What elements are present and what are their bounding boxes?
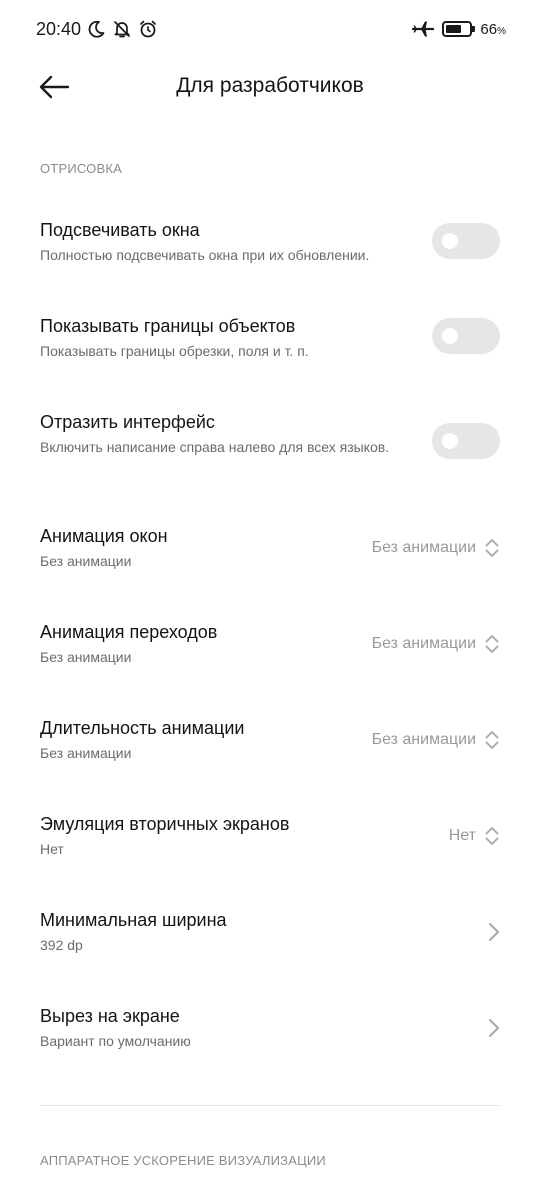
setting-show-layout-bounds[interactable]: Показывать границы объектов Показывать г…: [40, 314, 500, 361]
setting-subtitle: Без анимации: [40, 745, 132, 761]
select-value[interactable]: Без анимации: [372, 536, 500, 560]
setting-title: Анимация окон: [40, 526, 168, 546]
select-value[interactable]: Без анимации: [372, 632, 500, 656]
up-down-chevron-icon: [485, 827, 499, 845]
toggle-switch[interactable]: [432, 223, 500, 259]
setting-title: Эмуляция вторичных экранов: [40, 814, 290, 834]
setting-subtitle: Вариант по умолчанию: [40, 1033, 191, 1049]
bell-off-icon: [114, 21, 130, 38]
setting-display-cutout[interactable]: Вырез на экране Вариант по умолчанию: [40, 1004, 500, 1051]
up-down-chevron-icon: [485, 539, 499, 557]
chevron-right-icon: [489, 1019, 499, 1037]
select-value[interactable]: Нет: [449, 824, 500, 848]
select-value[interactable]: Без анимации: [372, 728, 500, 752]
select-value-text: Без анимации: [371, 539, 476, 556]
header: Для разработчиков: [0, 60, 540, 120]
alarm-icon: [140, 20, 156, 38]
setting-show-surface-updates[interactable]: Подсвечивать окна Полностью подсвечивать…: [40, 218, 500, 265]
status-right-icons: 66%: [412, 19, 506, 39]
section-divider: [40, 1105, 500, 1106]
status-bar: 20:40 66%: [0, 0, 540, 60]
toggle-switch[interactable]: [432, 423, 500, 459]
section-title-drawing: ОТРИСОВКА: [40, 161, 122, 176]
section-title-hw-acceleration: АППАРАТНОЕ УСКОРЕНИЕ ВИЗУАЛИЗАЦИИ: [40, 1153, 326, 1168]
setting-subtitle: Нет: [40, 841, 64, 857]
page-title: Для разработчиков: [176, 74, 364, 97]
setting-subtitle: Без анимации: [40, 553, 132, 569]
status-left-icons: [86, 19, 158, 39]
up-down-chevron-icon: [485, 635, 499, 653]
toggle-knob: [442, 433, 458, 449]
setting-smallest-width[interactable]: Минимальная ширина 392 dp: [40, 908, 500, 955]
up-down-chevron-icon: [485, 731, 499, 749]
setting-title: Минимальная ширина: [40, 910, 227, 930]
setting-title: Вырез на экране: [40, 1006, 180, 1026]
setting-subtitle: Полностью подсвечивать окна при их обнов…: [40, 247, 370, 263]
battery-icon: [442, 21, 476, 37]
setting-secondary-displays[interactable]: Эмуляция вторичных экранов Нет Нет: [40, 812, 500, 859]
setting-subtitle: Показывать границы обрезки, поля и т. п.: [40, 343, 309, 359]
status-time: 20:40: [36, 19, 82, 39]
setting-subtitle: 392 dp: [40, 937, 83, 953]
toggle-knob: [442, 328, 458, 344]
setting-window-animation[interactable]: Анимация окон Без анимации Без анимации: [40, 524, 500, 571]
chevron-right-icon: [489, 923, 499, 941]
setting-subtitle: Без анимации: [40, 649, 132, 665]
setting-title: Отразить интерфейс: [40, 412, 215, 432]
moon-icon: [88, 20, 105, 38]
setting-animation-duration[interactable]: Длительность анимации Без анимации Без а…: [40, 716, 500, 763]
toggle-switch[interactable]: [432, 318, 500, 354]
select-value-text: Без анимации: [371, 635, 476, 652]
setting-subtitle: Включить написание справа налево для все…: [40, 439, 390, 455]
setting-title: Длительность анимации: [40, 718, 245, 738]
setting-title: Подсвечивать окна: [40, 220, 200, 240]
toggle-knob: [442, 233, 458, 249]
setting-transition-animation[interactable]: Анимация переходов Без анимации Без аним…: [40, 620, 500, 667]
airplane-icon: [412, 21, 435, 37]
select-value-text: Без анимации: [371, 731, 476, 748]
setting-title: Показывать границы объектов: [40, 316, 296, 336]
setting-title: Анимация переходов: [40, 622, 218, 642]
setting-force-rtl[interactable]: Отразить интерфейс Включить написание сп…: [40, 410, 500, 459]
select-value-text: Нет: [448, 827, 476, 844]
battery-percent: 66%: [480, 20, 506, 38]
